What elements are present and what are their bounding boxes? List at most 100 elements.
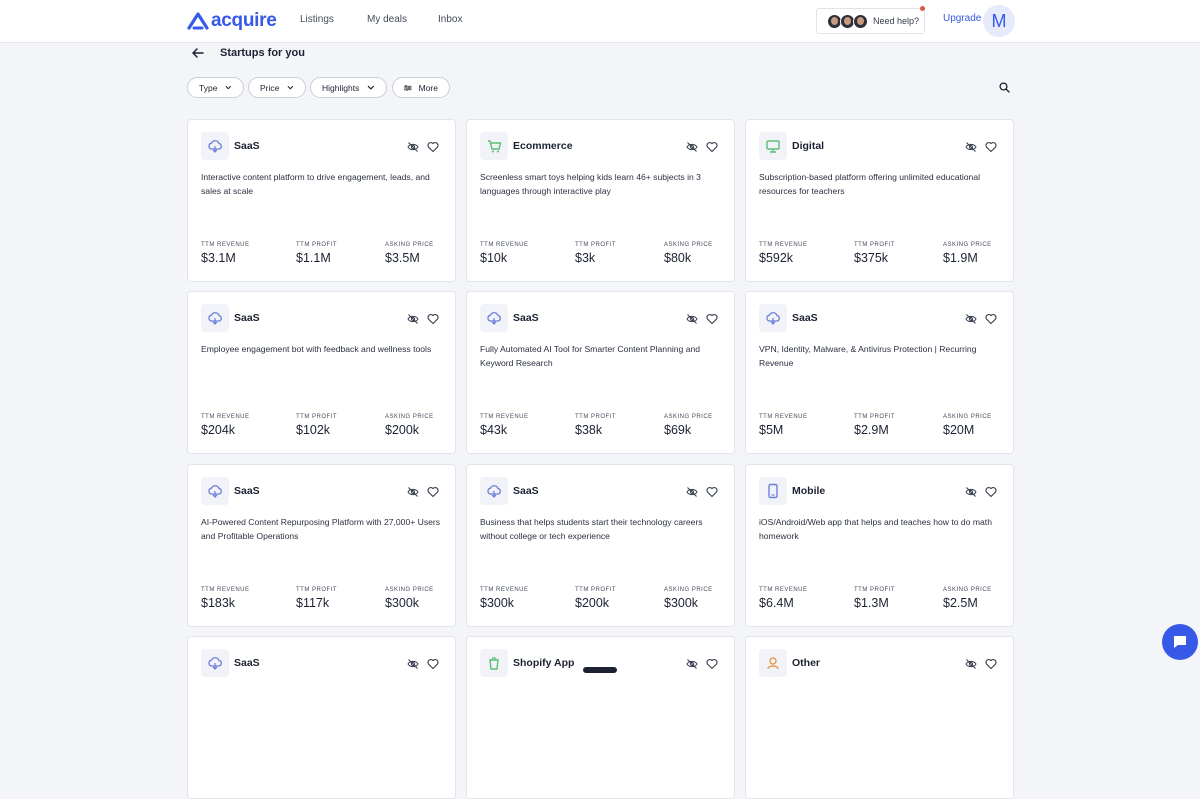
filter-price[interactable]: Price xyxy=(248,77,306,98)
listing-type: SaaS xyxy=(234,657,260,669)
listing-card[interactable]: SaaS Fully Automated AI Tool for Smarter … xyxy=(466,291,735,454)
favorite-icon[interactable] xyxy=(427,657,439,670)
favorite-icon[interactable] xyxy=(985,312,997,325)
favorite-icon[interactable] xyxy=(706,485,718,498)
metric-value: $375k xyxy=(854,251,889,265)
hide-listing-icon[interactable] xyxy=(407,140,419,152)
listing-card[interactable]: SaaS xyxy=(187,636,456,799)
favorite-icon[interactable] xyxy=(985,485,997,498)
metric-value: $38k xyxy=(575,423,603,437)
favorite-icon[interactable] xyxy=(427,140,439,153)
metric-label: Asking price xyxy=(664,587,713,593)
filter-more[interactable]: More xyxy=(392,77,450,98)
hide-listing-icon[interactable] xyxy=(965,485,977,497)
listing-type: SaaS xyxy=(792,312,818,324)
top-bar: acquire Listings My deals Inbox Need hel… xyxy=(0,0,1200,43)
metric-label: TTM profit xyxy=(575,587,616,593)
metric-label: TTM revenue xyxy=(759,587,808,593)
sliders-icon xyxy=(404,84,412,91)
metric-value: $3.1M xyxy=(201,251,236,265)
metric-profit: TTM profit $1.1M xyxy=(296,242,337,265)
hide-listing-icon[interactable] xyxy=(686,657,698,669)
nav-listings[interactable]: Listings xyxy=(300,14,334,25)
page-title: Startups for you xyxy=(220,47,305,59)
listing-description: VPN, Identity, Malware, & Antivirus Prot… xyxy=(759,344,977,368)
listing-description: Screenless smart toys helping kids learn… xyxy=(480,172,701,196)
hide-listing-icon[interactable] xyxy=(965,312,977,324)
listing-description: Employee engagement bot with feedback an… xyxy=(201,344,432,354)
filter-more-label: More xyxy=(418,82,438,93)
hide-listing-icon[interactable] xyxy=(407,657,419,669)
listing-type: SaaS xyxy=(234,485,260,497)
favorite-icon[interactable] xyxy=(985,140,997,153)
saas-icon xyxy=(480,477,508,505)
user-avatar[interactable]: M xyxy=(983,5,1015,37)
listing-card[interactable]: SaaS Employee engagement bot with feedbac… xyxy=(187,291,456,454)
metric-value: $102k xyxy=(296,423,331,437)
metric-label: Asking price xyxy=(943,242,992,248)
listing-description: AI-Powered Content Repurposing Platform … xyxy=(201,517,441,541)
listing-type: SaaS xyxy=(513,485,539,497)
advisor-avatar xyxy=(853,14,868,29)
hide-listing-icon[interactable] xyxy=(686,485,698,497)
listing-card[interactable]: Mobile iOS/Android/Web app that helps and… xyxy=(745,464,1014,627)
listing-card[interactable]: SaaS Interactive content platform to driv… xyxy=(187,119,456,282)
metric-value: $1.9M xyxy=(943,251,978,265)
saas-icon xyxy=(201,132,229,160)
listing-card[interactable]: Digital Subscription-based platform offer… xyxy=(745,119,1014,282)
hide-listing-icon[interactable] xyxy=(965,140,977,152)
metric-value: $592k xyxy=(759,251,794,265)
listing-card[interactable]: SaaS AI-Powered Content Repurposing Platf… xyxy=(187,464,456,627)
metric-value: $204k xyxy=(201,423,236,437)
hide-listing-icon[interactable] xyxy=(407,312,419,324)
favorite-icon[interactable] xyxy=(706,657,718,670)
metric-asking: Asking price $69k xyxy=(664,414,713,437)
hide-listing-icon[interactable] xyxy=(686,140,698,152)
listing-type: Other xyxy=(792,657,821,669)
favorite-icon[interactable] xyxy=(427,485,439,498)
mobile-icon xyxy=(759,477,787,505)
need-help-button[interactable]: Need help? xyxy=(816,8,925,34)
nav-inbox[interactable]: Inbox xyxy=(438,14,462,25)
favorite-icon[interactable] xyxy=(985,657,997,670)
metric-value: $20M xyxy=(943,423,975,437)
listing-card[interactable]: Shopify App xyxy=(466,636,735,799)
metric-profit: TTM profit $117k xyxy=(296,587,337,610)
metric-revenue: TTM revenue $10k xyxy=(480,242,529,265)
filter-type[interactable]: Type xyxy=(187,77,244,98)
digital-icon xyxy=(759,132,787,160)
hide-listing-icon[interactable] xyxy=(965,657,977,669)
breadcrumb: Startups for you xyxy=(187,44,305,62)
chat-icon xyxy=(1174,636,1186,648)
metric-value: $300k xyxy=(664,596,699,610)
listing-card[interactable]: SaaS VPN, Identity, Malware, & Antivirus … xyxy=(745,291,1014,454)
listing-type: Ecommerce xyxy=(513,140,573,152)
favorite-icon[interactable] xyxy=(427,312,439,325)
metric-label: TTM profit xyxy=(575,414,616,420)
favorite-icon[interactable] xyxy=(706,312,718,325)
favorite-icon[interactable] xyxy=(706,140,718,153)
acquire-logo[interactable]: acquire xyxy=(187,10,277,32)
back-arrow-icon[interactable] xyxy=(190,45,206,61)
chat-button[interactable] xyxy=(1162,624,1198,660)
metric-label: TTM profit xyxy=(296,587,337,593)
metric-revenue: TTM revenue $5M xyxy=(759,414,808,437)
hide-listing-icon[interactable] xyxy=(686,312,698,324)
listing-card[interactable]: SaaS Business that helps students start t… xyxy=(466,464,735,627)
filter-type-label: Type xyxy=(199,82,218,93)
search-icon[interactable] xyxy=(999,82,1010,93)
metric-asking: Asking price $1.9M xyxy=(943,242,992,265)
filter-highlights[interactable]: Highlights xyxy=(310,77,387,98)
metric-value: $200k xyxy=(575,596,610,610)
metric-label: TTM profit xyxy=(854,414,895,420)
hide-listing-icon[interactable] xyxy=(407,485,419,497)
listing-type: Mobile xyxy=(792,485,826,497)
nav-my-deals[interactable]: My deals xyxy=(367,14,407,25)
upgrade-link[interactable]: Upgrade xyxy=(943,13,981,24)
listing-card[interactable]: Ecommerce Screenless smart toys helping k… xyxy=(466,119,735,282)
metric-value: $2.9M xyxy=(854,423,889,437)
need-help-label: Need help? xyxy=(873,16,920,26)
metric-revenue: TTM revenue $3.1M xyxy=(201,242,250,265)
listing-card[interactable]: Other xyxy=(745,636,1014,799)
metric-label: Asking price xyxy=(943,414,992,420)
